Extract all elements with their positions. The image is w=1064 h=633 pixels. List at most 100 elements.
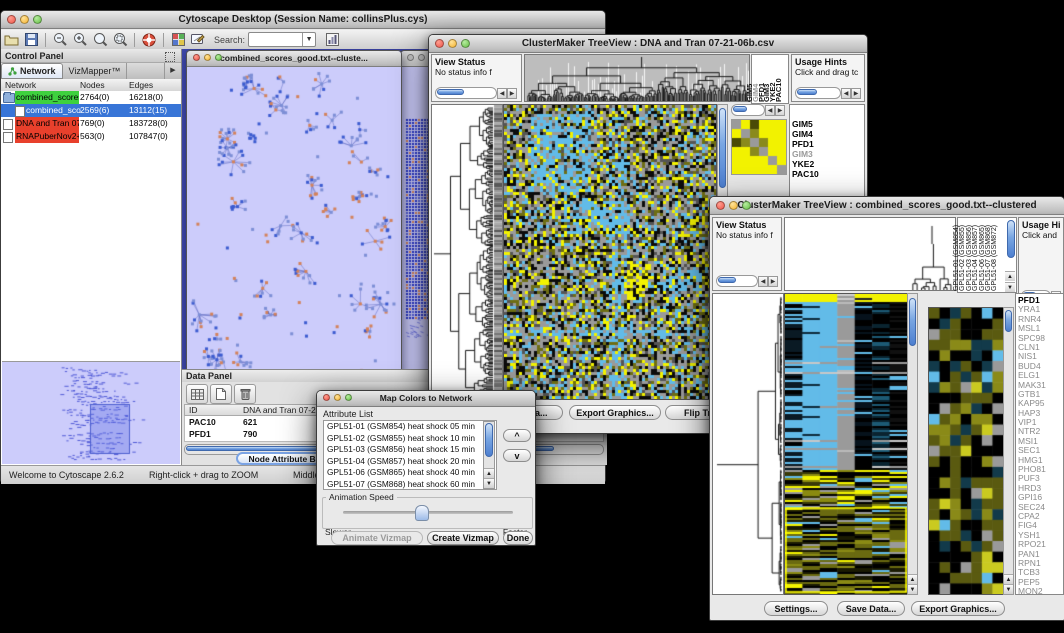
- scroll-right-icon[interactable]: ▶: [775, 105, 785, 116]
- scroll-down-icon[interactable]: ▼: [1004, 584, 1013, 594]
- heatmap-canvas[interactable]: [503, 104, 717, 400]
- zoomed-heatmap-canvas[interactable]: [731, 119, 787, 175]
- trash-icon[interactable]: [234, 384, 256, 404]
- scrollbar-thumb[interactable]: [909, 298, 916, 346]
- network-view-titlebar[interactable]: combined_scores_good.txt--cluste...: [187, 51, 401, 67]
- float-panel-icon[interactable]: [165, 52, 175, 62]
- window-controls[interactable]: [716, 201, 751, 210]
- scrollbar-thumb[interactable]: [733, 106, 747, 112]
- gene-label[interactable]: GIM5: [790, 119, 864, 129]
- table-grid-icon[interactable]: [186, 384, 208, 404]
- gene-label[interactable]: PAC10: [790, 169, 864, 179]
- move-up-button[interactable]: ^: [503, 429, 531, 442]
- save-icon[interactable]: [21, 31, 41, 48]
- window-controls[interactable]: [7, 15, 42, 24]
- treeview2-titlebar[interactable]: ClusterMaker TreeView : combined_scores_…: [710, 197, 1064, 215]
- minimize-icon[interactable]: [729, 201, 738, 210]
- gene-label[interactable]: PFD1: [790, 139, 864, 149]
- zoom-window-icon[interactable]: [345, 394, 352, 401]
- zoom-panel-hscrollbar[interactable]: ◀ ▶: [731, 104, 785, 116]
- gene-label[interactable]: GIM3: [790, 149, 864, 159]
- scrollbar-track[interactable]: [795, 87, 841, 99]
- scroll-down-icon[interactable]: ▼: [484, 478, 494, 488]
- scrollbar-thumb[interactable]: [485, 423, 493, 457]
- network-overview-canvas[interactable]: [2, 362, 178, 462]
- close-icon[interactable]: [7, 15, 16, 24]
- minimize-icon[interactable]: [334, 394, 341, 401]
- gene-label[interactable]: GIM4: [790, 129, 864, 139]
- scrollbar-thumb[interactable]: [718, 277, 736, 283]
- network-tree-row[interactable]: combined_scores2764(0)16218(0): [1, 91, 181, 104]
- scroll-right-icon[interactable]: ▶: [851, 88, 861, 99]
- scroll-up-icon[interactable]: ▲: [908, 574, 917, 584]
- row-dendrogram-canvas[interactable]: [712, 293, 784, 595]
- attribute-list-vscrollbar[interactable]: ▲ ▼: [483, 421, 495, 489]
- zoom-window-icon[interactable]: [461, 39, 470, 48]
- scroll-down-icon[interactable]: ▼: [1005, 282, 1015, 292]
- scroll-down-icon[interactable]: ▼: [908, 584, 917, 594]
- window-controls[interactable]: [435, 39, 470, 48]
- zoomed-heatmap-vscrollbar[interactable]: ▲ ▼: [1003, 307, 1014, 595]
- export-graphics-button[interactable]: Export Graphics...: [569, 405, 661, 420]
- network-tree-row[interactable]: combined_sco2569(6)13112(15): [1, 104, 181, 117]
- done-button[interactable]: Done: [503, 531, 533, 545]
- scroll-up-icon[interactable]: ▲: [484, 468, 494, 478]
- attribute-list-item[interactable]: GPL51-03 (GSM856) heat shock 15 min: [324, 444, 496, 456]
- column-dendrogram-canvas[interactable]: [784, 217, 956, 291]
- annotation-icon[interactable]: [188, 31, 208, 48]
- close-icon[interactable]: [407, 54, 414, 61]
- main-titlebar[interactable]: Cytoscape Desktop (Session Name: collins…: [1, 11, 605, 29]
- heatmap-canvas[interactable]: [784, 293, 908, 595]
- tab-network[interactable]: Network: [1, 63, 63, 79]
- speed-slider-thumb[interactable]: [415, 505, 429, 521]
- search-input[interactable]: ▼: [248, 32, 316, 47]
- network-tree-row[interactable]: RNAPuberNov2+563(0)107847(0): [1, 130, 181, 143]
- zoomed-heatmap-canvas[interactable]: [928, 307, 1004, 595]
- scrollbar-thumb[interactable]: [437, 89, 464, 95]
- zoom-fit-icon[interactable]: [90, 31, 110, 48]
- minimize-icon[interactable]: [418, 54, 425, 61]
- close-icon[interactable]: [435, 39, 444, 48]
- zoom-out-icon[interactable]: [50, 31, 70, 48]
- scroll-up-icon[interactable]: ▲: [1004, 574, 1013, 584]
- scrollbar-thumb[interactable]: [797, 89, 817, 95]
- scrollbar-thumb[interactable]: [719, 108, 726, 188]
- network-overview[interactable]: [2, 361, 180, 464]
- zoom-window-icon[interactable]: [742, 201, 751, 210]
- zoom-window-icon[interactable]: [215, 54, 222, 61]
- treeview1-titlebar[interactable]: ClusterMaker TreeView : DNA and Tran 07-…: [429, 35, 867, 53]
- attribute-list-item[interactable]: GPL51-06 (GSM865) heat shock 40 min: [324, 467, 496, 479]
- search-dropdown-arrow[interactable]: ▼: [302, 33, 315, 46]
- open-folder-icon[interactable]: [1, 31, 21, 48]
- minimize-icon[interactable]: [20, 15, 29, 24]
- dialog-titlebar[interactable]: Map Colors to Network: [317, 391, 535, 407]
- window-controls[interactable]: [323, 394, 352, 401]
- network-stats-icon[interactable]: [322, 31, 342, 48]
- attribute-list[interactable]: GPL51-01 (GSM854) heat shock 05 minGPL51…: [323, 420, 497, 490]
- window-controls[interactable]: [193, 54, 222, 61]
- settings-button[interactable]: Settings...: [764, 601, 828, 616]
- scrollbar-track[interactable]: [731, 104, 765, 116]
- scroll-left-icon[interactable]: ◀: [765, 105, 775, 116]
- attribute-list-item[interactable]: GPL51-02 (GSM855) heat shock 10 min: [324, 433, 496, 445]
- attribute-list-item[interactable]: GPL51-07 (GSM868) heat shock 60 min: [324, 479, 496, 490]
- animate-vizmap-button[interactable]: Animate Vizmap: [331, 531, 423, 545]
- network-tree-row[interactable]: DNA and Tran 07769(0)183728(0): [1, 117, 181, 130]
- export-graphics-button[interactable]: Export Graphics...: [911, 601, 1005, 616]
- zoom-selected-icon[interactable]: [110, 31, 130, 48]
- attribute-list-item[interactable]: GPL51-04 (GSM857) heat shock 20 min: [324, 456, 496, 468]
- network-view-canvas[interactable]: [187, 67, 399, 384]
- create-vizmap-button[interactable]: Create Vizmap: [427, 531, 499, 545]
- scrollbar-track[interactable]: [435, 87, 497, 99]
- minimize-icon[interactable]: [448, 39, 457, 48]
- scrollbar-thumb[interactable]: [1005, 310, 1012, 332]
- attribute-list-item[interactable]: GPL51-01 (GSM854) heat shock 05 min: [324, 421, 496, 433]
- scroll-right-icon[interactable]: ▶: [507, 88, 517, 99]
- zoom-window-icon[interactable]: [33, 15, 42, 24]
- minimize-icon[interactable]: [204, 54, 211, 61]
- close-icon[interactable]: [193, 54, 200, 61]
- new-page-icon[interactable]: [210, 384, 232, 404]
- tab-vizmapper[interactable]: VizMapper™: [63, 63, 128, 79]
- vizmapper-icon[interactable]: [168, 31, 188, 48]
- save-data-button[interactable]: Save Data...: [837, 601, 905, 616]
